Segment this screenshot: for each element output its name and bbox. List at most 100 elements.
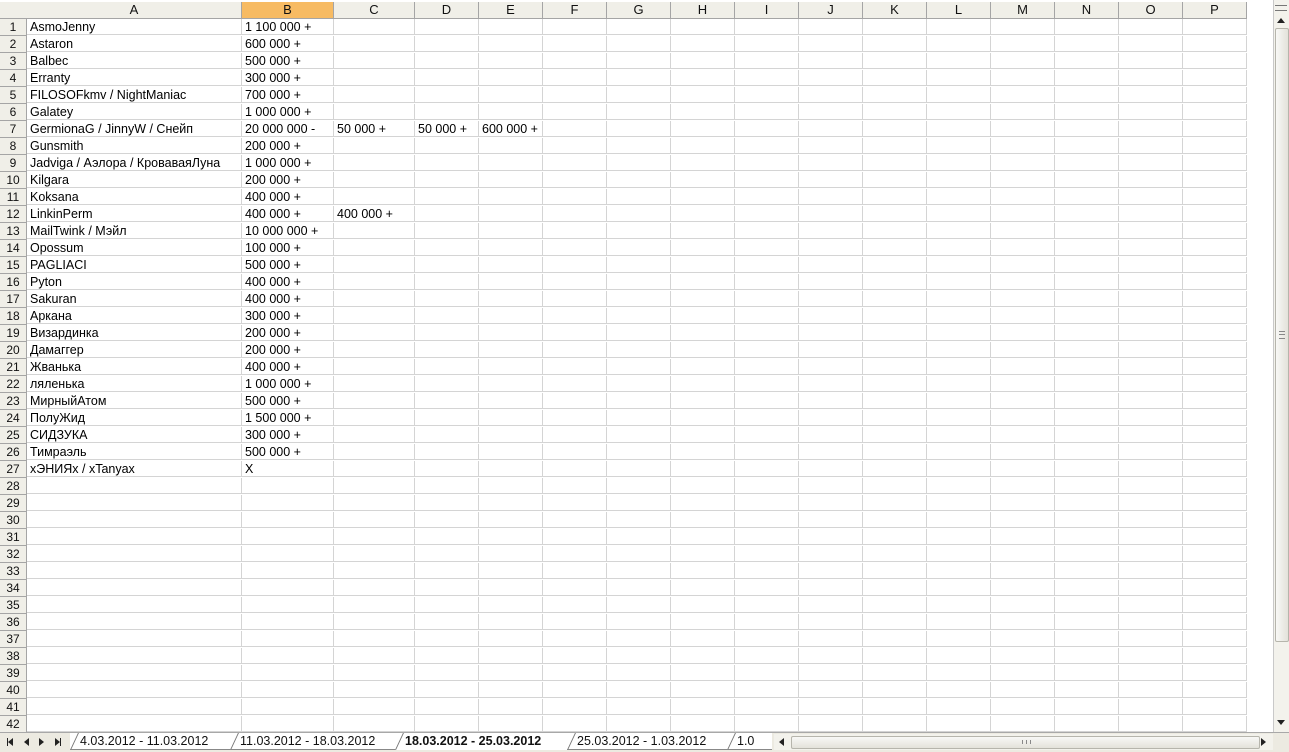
cell-d[interactable] xyxy=(415,495,479,511)
cell-grid[interactable]: 1 AsmoJenny 1 100 000 +2 Astaron 600 000 +3 B… xyxy=(0,19,1273,732)
cell-o[interactable] xyxy=(1119,291,1183,307)
cell-e[interactable] xyxy=(479,172,543,188)
cell-o[interactable] xyxy=(1119,240,1183,256)
cell-b[interactable] xyxy=(242,716,334,732)
cell-p[interactable] xyxy=(1183,274,1247,290)
cell-n[interactable] xyxy=(1055,257,1119,273)
cell-h[interactable] xyxy=(671,104,735,120)
cell-c[interactable] xyxy=(334,716,415,732)
cell-a[interactable]: СИДЗУКА xyxy=(27,427,242,443)
cell-e[interactable] xyxy=(479,291,543,307)
cell-b[interactable]: 200 000 + xyxy=(242,325,334,341)
cell-p[interactable] xyxy=(1183,682,1247,698)
cell-k[interactable] xyxy=(863,206,927,222)
cell-e[interactable] xyxy=(479,53,543,69)
cell-a[interactable]: ПолуЖид xyxy=(27,410,242,426)
cell-f[interactable] xyxy=(543,597,607,613)
cell-l[interactable] xyxy=(927,87,991,103)
cell-m[interactable] xyxy=(991,240,1055,256)
cell-n[interactable] xyxy=(1055,461,1119,477)
cell-g[interactable] xyxy=(607,53,671,69)
cell-l[interactable] xyxy=(927,172,991,188)
cell-o[interactable] xyxy=(1119,53,1183,69)
cell-h[interactable] xyxy=(671,716,735,732)
cell-l[interactable] xyxy=(927,563,991,579)
cell-e[interactable] xyxy=(479,597,543,613)
cell-m[interactable] xyxy=(991,206,1055,222)
cell-f[interactable] xyxy=(543,427,607,443)
cell-f[interactable] xyxy=(543,240,607,256)
cell-c[interactable] xyxy=(334,682,415,698)
first-sheet-button[interactable] xyxy=(4,736,16,748)
cell-i[interactable] xyxy=(735,376,799,392)
cell-h[interactable] xyxy=(671,546,735,562)
cell-a[interactable] xyxy=(27,546,242,562)
cell-p[interactable] xyxy=(1183,478,1247,494)
row-header[interactable]: 17 xyxy=(0,291,27,308)
cell-c[interactable] xyxy=(334,614,415,630)
cell-g[interactable] xyxy=(607,648,671,664)
column-header-m[interactable]: M xyxy=(991,2,1055,19)
cell-b[interactable]: 600 000 + xyxy=(242,36,334,52)
cell-l[interactable] xyxy=(927,223,991,239)
cell-h[interactable] xyxy=(671,427,735,443)
cell-i[interactable] xyxy=(735,240,799,256)
row-header[interactable]: 38 xyxy=(0,648,27,665)
cell-i[interactable] xyxy=(735,53,799,69)
cell-f[interactable] xyxy=(543,308,607,324)
cell-k[interactable] xyxy=(863,682,927,698)
cell-a[interactable] xyxy=(27,631,242,647)
cell-n[interactable] xyxy=(1055,53,1119,69)
cell-g[interactable] xyxy=(607,121,671,137)
cell-b[interactable] xyxy=(242,478,334,494)
cell-k[interactable] xyxy=(863,427,927,443)
cell-n[interactable] xyxy=(1055,580,1119,596)
cell-d[interactable] xyxy=(415,223,479,239)
cell-m[interactable] xyxy=(991,257,1055,273)
cell-f[interactable] xyxy=(543,359,607,375)
cell-m[interactable] xyxy=(991,631,1055,647)
cell-m[interactable] xyxy=(991,359,1055,375)
cell-f[interactable] xyxy=(543,563,607,579)
cell-p[interactable] xyxy=(1183,580,1247,596)
horizontal-scroll-thumb[interactable] xyxy=(791,736,1260,749)
cell-e[interactable] xyxy=(479,138,543,154)
cell-g[interactable] xyxy=(607,716,671,732)
cell-g[interactable] xyxy=(607,206,671,222)
row-header[interactable]: 27 xyxy=(0,461,27,478)
row-header[interactable]: 3 xyxy=(0,53,27,70)
cell-h[interactable] xyxy=(671,529,735,545)
cell-m[interactable] xyxy=(991,580,1055,596)
cell-a[interactable]: Opossum xyxy=(27,240,242,256)
cell-p[interactable] xyxy=(1183,70,1247,86)
cell-f[interactable] xyxy=(543,189,607,205)
cell-n[interactable] xyxy=(1055,614,1119,630)
cell-b[interactable]: 200 000 + xyxy=(242,172,334,188)
cell-d[interactable] xyxy=(415,682,479,698)
cell-g[interactable] xyxy=(607,699,671,715)
cell-g[interactable] xyxy=(607,461,671,477)
cell-e[interactable] xyxy=(479,70,543,86)
cell-p[interactable] xyxy=(1183,427,1247,443)
cell-o[interactable] xyxy=(1119,478,1183,494)
column-header-p[interactable]: P xyxy=(1183,2,1247,19)
cell-e[interactable] xyxy=(479,665,543,681)
sheet-tab[interactable]: 4.03.2012 - 11.03.2012 xyxy=(70,733,230,750)
cell-l[interactable] xyxy=(927,529,991,545)
cell-e[interactable] xyxy=(479,478,543,494)
cell-l[interactable] xyxy=(927,155,991,171)
cell-p[interactable] xyxy=(1183,257,1247,273)
cell-j[interactable] xyxy=(799,53,863,69)
cell-h[interactable] xyxy=(671,461,735,477)
cell-c[interactable] xyxy=(334,410,415,426)
cell-b[interactable]: 300 000 + xyxy=(242,427,334,443)
cell-l[interactable] xyxy=(927,631,991,647)
cell-k[interactable] xyxy=(863,563,927,579)
cell-b[interactable]: 200 000 + xyxy=(242,138,334,154)
cell-b[interactable]: 300 000 + xyxy=(242,308,334,324)
cell-k[interactable] xyxy=(863,359,927,375)
cell-l[interactable] xyxy=(927,410,991,426)
cell-c[interactable] xyxy=(334,478,415,494)
cell-k[interactable] xyxy=(863,614,927,630)
cell-j[interactable] xyxy=(799,138,863,154)
